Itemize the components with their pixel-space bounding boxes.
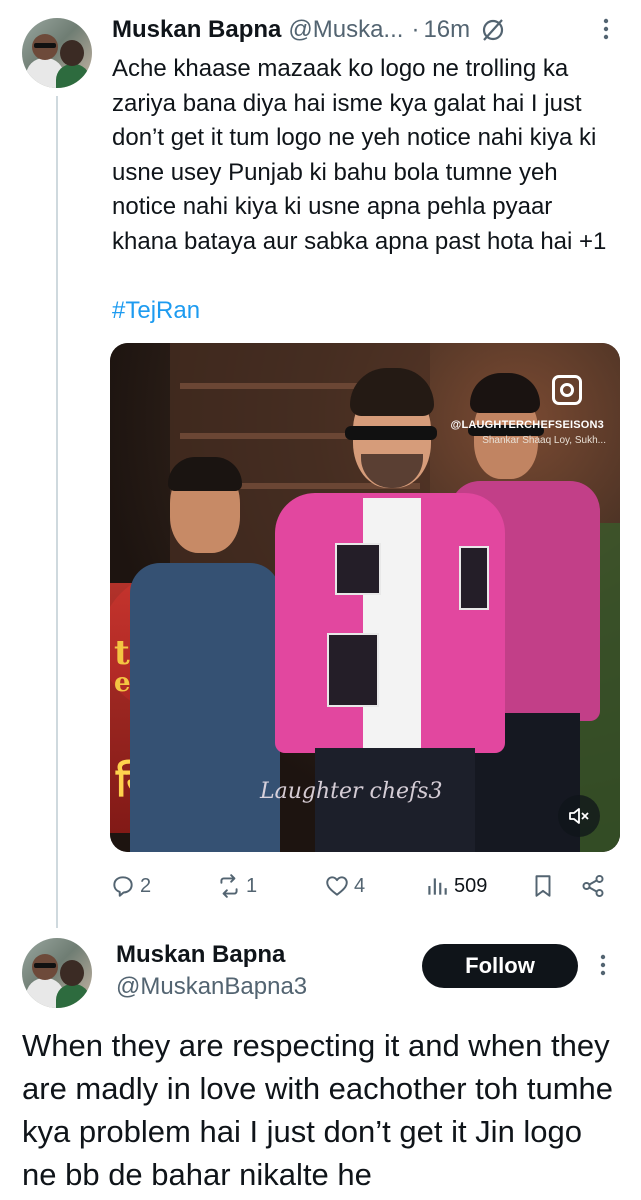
- bookmark-button[interactable]: [530, 866, 556, 906]
- reply-count: 2: [140, 874, 152, 897]
- tweet-header: Muskan Bapna @Muska... · 16m: [112, 14, 623, 46]
- repost-button[interactable]: 1: [216, 866, 257, 906]
- author-name[interactable]: Muskan Bapna: [112, 16, 281, 44]
- more-options-icon[interactable]: [601, 16, 611, 42]
- watermark-handle: @LAUGHTERCHEFSEISON3: [450, 419, 604, 431]
- author-handle[interactable]: @Muska...: [288, 16, 403, 44]
- thread-connector-line: [56, 96, 58, 928]
- video-caption: Laughter chefs3: [260, 779, 443, 804]
- reply-header: Muskan Bapna @MuskanBapna3: [116, 940, 307, 1004]
- reply-more-options-icon[interactable]: [598, 952, 608, 978]
- speaker-muted-icon: [569, 808, 589, 824]
- share-button[interactable]: [580, 866, 606, 906]
- bookmark-icon: [535, 875, 551, 897]
- tweet-time[interactable]: 16m: [423, 16, 470, 44]
- hashtag-link[interactable]: #TejRan: [112, 297, 200, 325]
- instagram-icon: [552, 375, 582, 405]
- views-button[interactable]: 509: [424, 866, 487, 906]
- grok-icon[interactable]: [480, 17, 506, 43]
- reply-icon: [113, 876, 133, 897]
- like-button[interactable]: 4: [324, 866, 365, 906]
- reply-tweet-text: When they are respecting it and when the…: [22, 1028, 614, 1192]
- heart-icon: [326, 876, 348, 896]
- repost-count: 1: [246, 874, 258, 897]
- reply-button[interactable]: 2: [110, 866, 151, 906]
- like-count: 4: [354, 874, 366, 897]
- follow-button[interactable]: Follow: [422, 944, 578, 988]
- view-count: 509: [454, 874, 488, 897]
- separator-dot: ·: [411, 16, 420, 43]
- reply-avatar[interactable]: [22, 938, 92, 1008]
- avatar[interactable]: [22, 18, 92, 88]
- reply-author-handle[interactable]: @MuskanBapna3: [116, 970, 307, 1004]
- mute-button[interactable]: [558, 795, 600, 837]
- tweet-text: Ache khaase mazaak ko logo ne trolling k…: [112, 55, 607, 255]
- person-left: [130, 457, 280, 852]
- repost-icon: [220, 874, 238, 898]
- tweet-video[interactable]: ter efs खिये @LAUGHTERCHEFSEISON3 Shanka…: [110, 343, 620, 852]
- views-bar-chart-icon: [428, 878, 447, 895]
- reply-author-name[interactable]: Muskan Bapna: [116, 940, 307, 970]
- tweet-actions: 2 1 4 509: [110, 866, 620, 906]
- watermark-names: Shankar Shaaq Loy, Sukh...: [482, 435, 606, 446]
- share-icon: [582, 874, 604, 898]
